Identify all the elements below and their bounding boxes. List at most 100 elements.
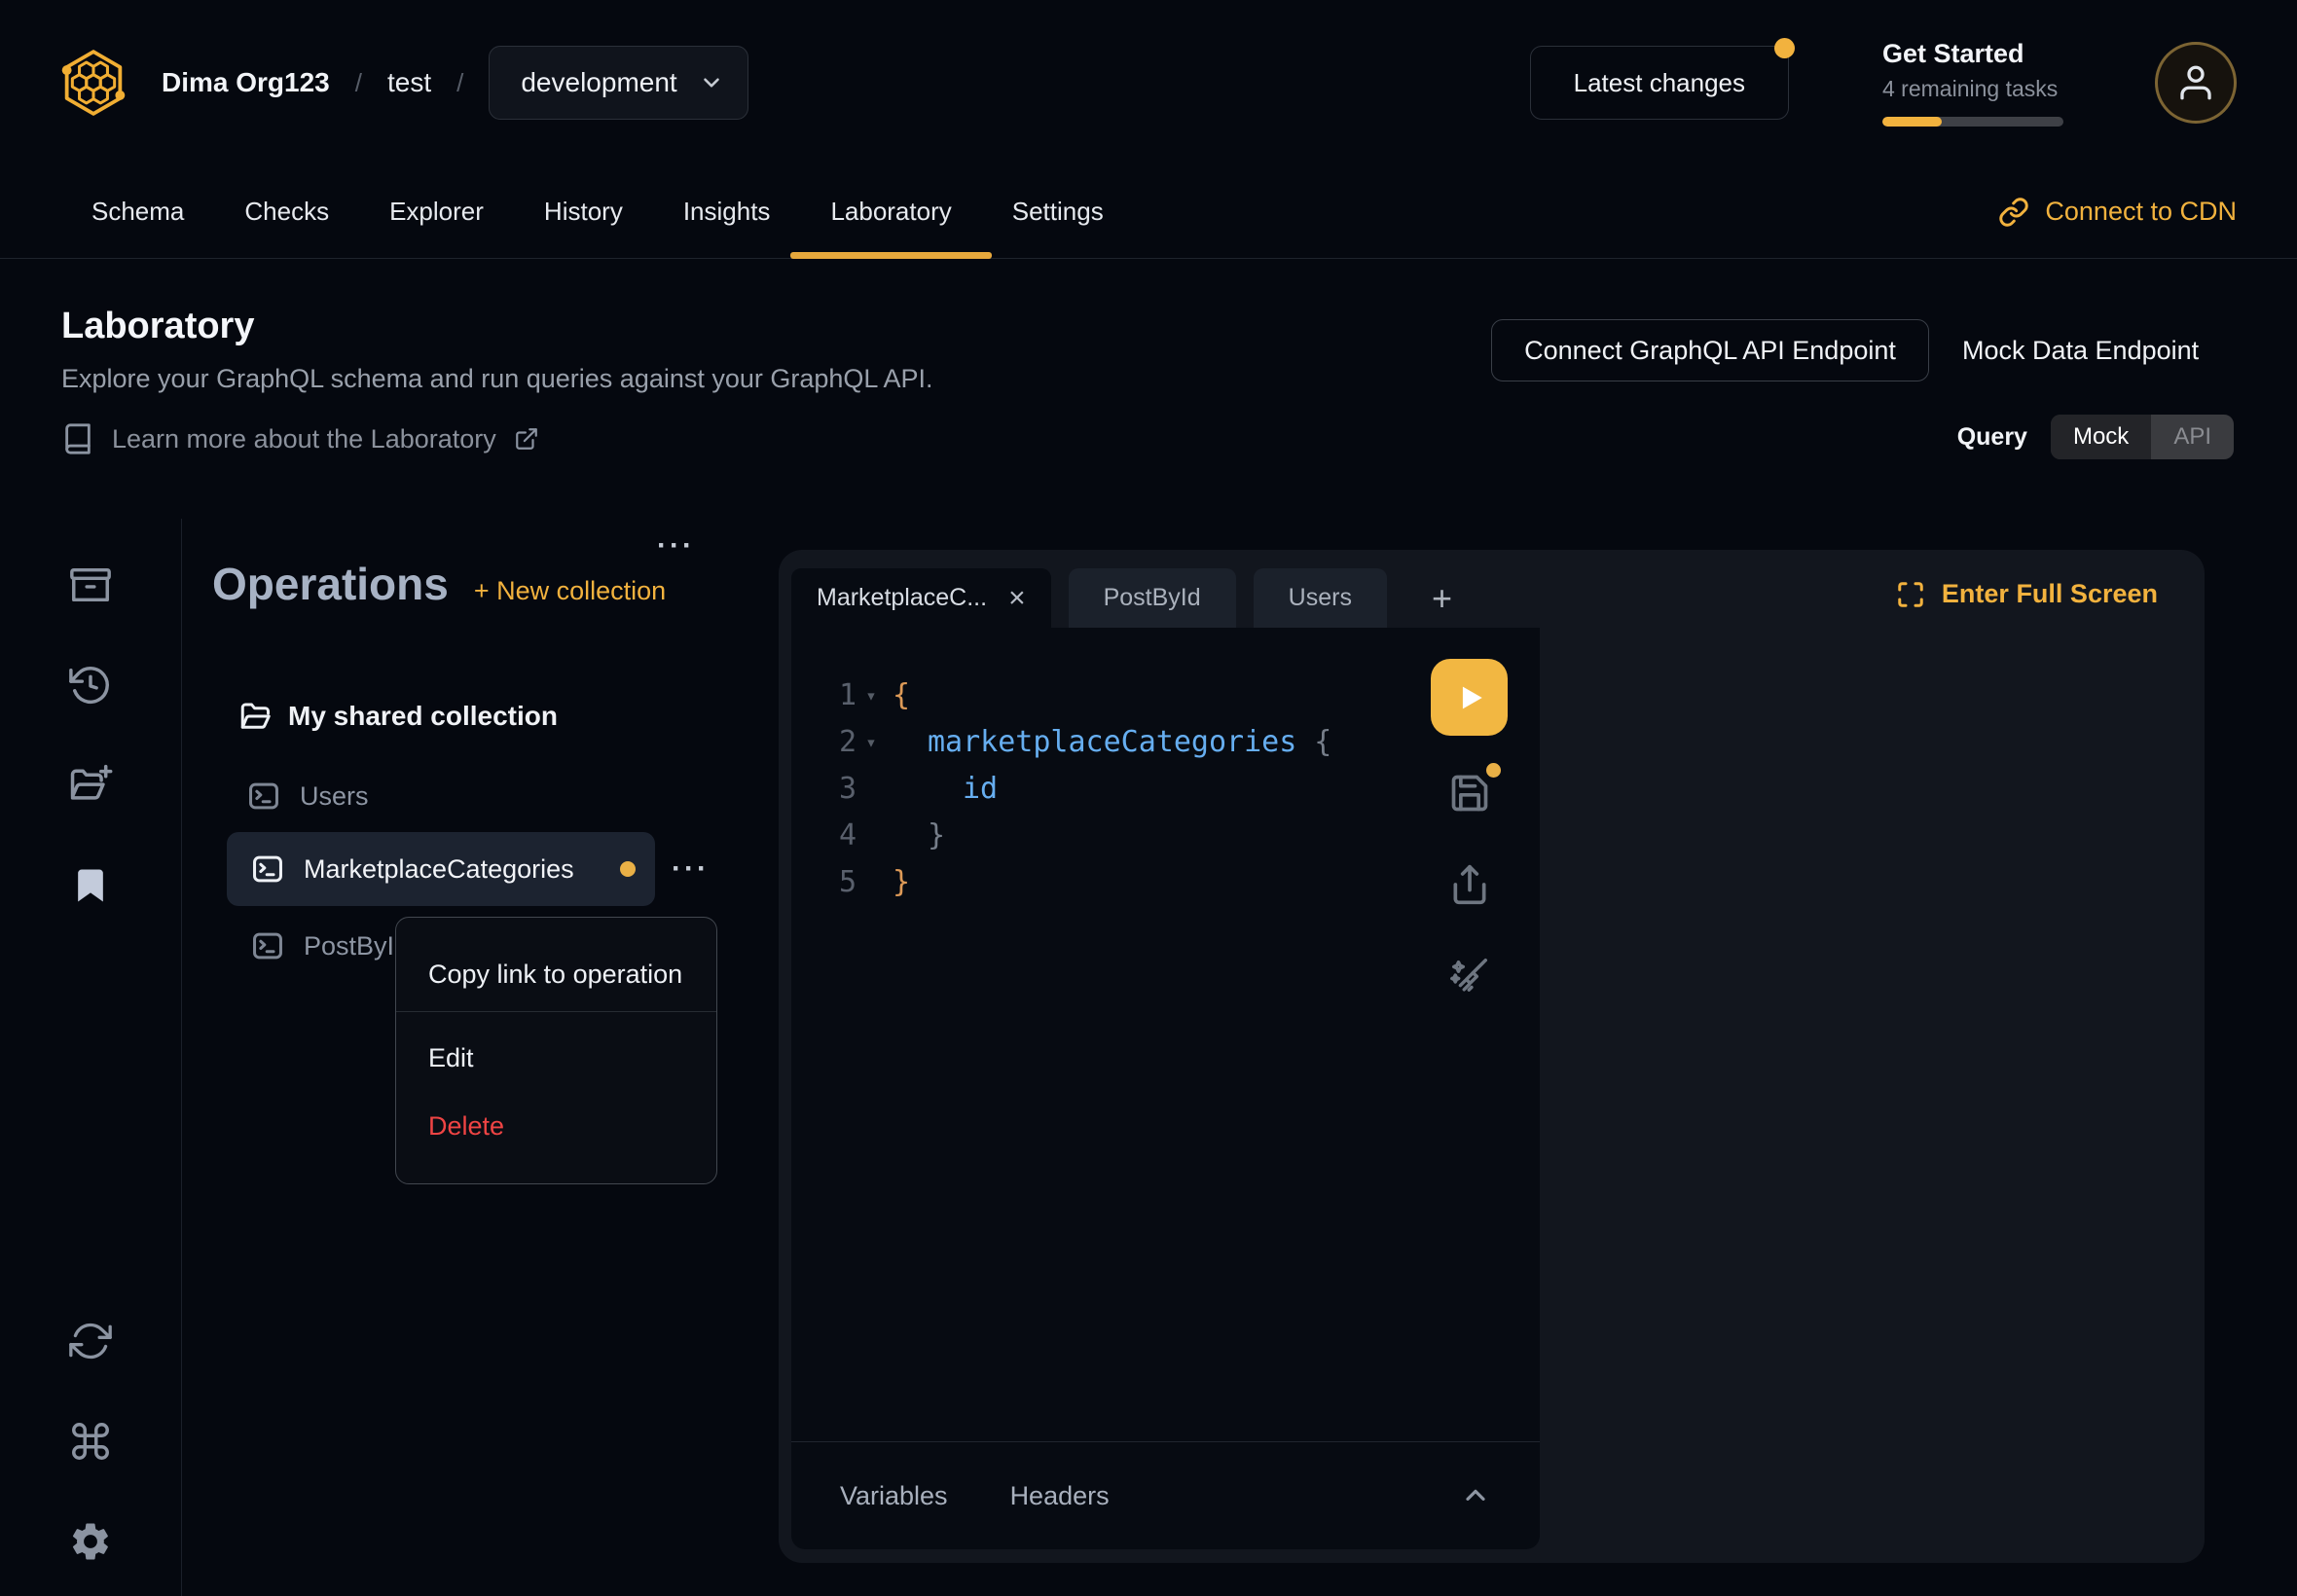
tab-settings[interactable]: Settings bbox=[982, 165, 1134, 258]
code-token: { bbox=[893, 678, 910, 712]
save-operation-button[interactable] bbox=[1447, 771, 1492, 816]
prettify-broom-button[interactable] bbox=[1447, 954, 1492, 998]
tab-schema[interactable]: Schema bbox=[61, 165, 214, 258]
get-started-title: Get Started bbox=[1882, 39, 2063, 69]
fold-arrow-icon[interactable]: ▾ bbox=[857, 719, 886, 766]
query-code: 1 ▾ { 2 ▾ marketplaceCategories{ 3 id 4 … bbox=[791, 672, 1540, 906]
page-title: Laboratory bbox=[61, 306, 254, 347]
unsaved-changes-dot bbox=[1486, 763, 1501, 778]
operation-item-label: PostById bbox=[304, 931, 409, 961]
share-operation-button[interactable] bbox=[1447, 862, 1492, 907]
tab-checks[interactable]: Checks bbox=[214, 165, 359, 258]
keyboard-shortcuts-command-icon[interactable] bbox=[65, 1416, 116, 1467]
code-token: } bbox=[893, 865, 910, 899]
operations-title: Operations bbox=[212, 558, 449, 610]
editor-tab-users[interactable]: Users bbox=[1254, 568, 1387, 628]
learn-more-link[interactable]: Learn more about the Laboratory bbox=[61, 422, 539, 455]
collection-name: My shared collection bbox=[288, 701, 558, 732]
code-token: { bbox=[1314, 725, 1331, 759]
breadcrumb-org[interactable]: Dima Org123 bbox=[162, 67, 330, 98]
toggle-option-mock[interactable]: Mock bbox=[2051, 415, 2151, 459]
latest-changes-button[interactable]: Latest changes bbox=[1530, 46, 1789, 120]
line-number: 4 bbox=[791, 813, 857, 859]
get-started-progress-track bbox=[1882, 117, 2063, 127]
operation-terminal-icon bbox=[245, 778, 282, 815]
collection-menu-button[interactable]: ··· bbox=[657, 519, 695, 573]
collections-icon[interactable] bbox=[65, 560, 116, 610]
fold-arrow-icon[interactable]: ▾ bbox=[857, 672, 886, 719]
user-avatar[interactable] bbox=[2155, 42, 2237, 124]
mock-data-endpoint-button[interactable]: Mock Data Endpoint bbox=[1962, 319, 2199, 381]
operation-item-marketplacecategories[interactable]: MarketplaceCategories bbox=[227, 832, 655, 906]
sync-refresh-icon[interactable] bbox=[65, 1316, 116, 1366]
connect-graphql-api-endpoint-button[interactable]: Connect GraphQL API Endpoint bbox=[1491, 319, 1929, 381]
environment-selector[interactable]: development bbox=[489, 46, 747, 120]
play-icon bbox=[1453, 681, 1486, 714]
operation-menu-button[interactable]: ··· bbox=[672, 842, 710, 896]
code-line: 2 ▾ marketplaceCategories{ bbox=[791, 719, 1540, 766]
history-icon[interactable] bbox=[65, 660, 116, 710]
tab-explorer[interactable]: Explorer bbox=[359, 165, 514, 258]
notification-dot bbox=[1774, 38, 1795, 58]
operations-header: Operations + New collection bbox=[212, 558, 666, 610]
open-folder-icon bbox=[237, 699, 273, 734]
chevron-down-icon bbox=[699, 70, 724, 95]
new-collection-button[interactable]: + New collection bbox=[474, 576, 666, 606]
tab-history[interactable]: History bbox=[514, 165, 653, 258]
rail-bottom-group bbox=[65, 1316, 116, 1567]
editor-tab-marketplacecategories[interactable]: MarketplaceC... × bbox=[791, 568, 1051, 628]
editor-actions bbox=[1431, 659, 1508, 998]
get-started-widget[interactable]: Get Started 4 remaining tasks bbox=[1882, 39, 2063, 127]
context-menu-copy-link[interactable]: Copy link to operation bbox=[396, 937, 716, 1011]
enter-full-screen-button[interactable]: Enter Full Screen bbox=[1896, 579, 2158, 609]
toggle-option-api[interactable]: API bbox=[2151, 415, 2234, 459]
settings-gear-icon[interactable] bbox=[65, 1516, 116, 1567]
breadcrumb: Dima Org123 / test / bbox=[162, 67, 463, 98]
query-editor[interactable]: 1 ▾ { 2 ▾ marketplaceCategories{ 3 id 4 … bbox=[791, 628, 1540, 1441]
new-tab-button[interactable]: + bbox=[1418, 568, 1466, 628]
code-line: 1 ▾ { bbox=[791, 672, 1540, 719]
code-line: 5 } bbox=[791, 859, 1540, 906]
variables-tab[interactable]: Variables bbox=[840, 1481, 948, 1511]
more-dots-icon: ··· bbox=[657, 529, 695, 562]
tab-insights[interactable]: Insights bbox=[653, 165, 801, 258]
line-number: 1 bbox=[791, 672, 857, 719]
book-icon bbox=[61, 422, 94, 455]
connect-api-label: Connect GraphQL API Endpoint bbox=[1524, 336, 1896, 366]
editor-tab-label: Users bbox=[1289, 584, 1352, 612]
tab-laboratory[interactable]: Laboratory bbox=[800, 165, 981, 258]
new-collection-folder-plus-icon[interactable] bbox=[65, 760, 116, 811]
breadcrumb-project[interactable]: test bbox=[387, 67, 431, 98]
query-label: Query bbox=[1957, 423, 2027, 452]
editor-tab-postbyid[interactable]: PostById bbox=[1069, 568, 1236, 628]
editor-tab-label: MarketplaceC... bbox=[817, 584, 987, 612]
mock-endpoint-label: Mock Data Endpoint bbox=[1962, 336, 2199, 366]
context-menu-edit[interactable]: Edit bbox=[396, 1024, 716, 1092]
operation-item-label: Users bbox=[300, 781, 369, 812]
operation-item-users[interactable]: Users bbox=[245, 770, 369, 822]
code-token: } bbox=[928, 818, 945, 852]
line-number: 2 bbox=[791, 719, 857, 766]
enter-full-screen-label: Enter Full Screen bbox=[1942, 579, 2158, 609]
operation-item-postbyid[interactable]: PostById bbox=[249, 920, 409, 972]
operation-terminal-icon bbox=[249, 851, 286, 888]
headers-tab[interactable]: Headers bbox=[1010, 1481, 1110, 1511]
code-line: 3 id bbox=[791, 766, 1540, 813]
close-tab-icon[interactable]: × bbox=[1008, 584, 1026, 613]
header-right: Latest changes Get Started 4 remaining t… bbox=[1530, 39, 2237, 127]
chevron-up-icon[interactable] bbox=[1460, 1480, 1491, 1511]
get-started-subtitle: 4 remaining tasks bbox=[1882, 76, 2063, 102]
page-description: Explore your GraphQL schema and run quer… bbox=[61, 364, 932, 394]
connect-to-cdn-link[interactable]: Connect to CDN bbox=[1998, 197, 2237, 228]
unsaved-changes-dot bbox=[620, 861, 636, 877]
more-dots-icon: ··· bbox=[672, 852, 710, 886]
bookmark-icon[interactable] bbox=[65, 860, 116, 911]
context-menu-divider bbox=[396, 1011, 716, 1012]
context-menu-delete[interactable]: Delete bbox=[396, 1092, 716, 1160]
collection-row[interactable]: My shared collection bbox=[237, 689, 779, 744]
editor-bottom-bar: Variables Headers bbox=[791, 1441, 1540, 1549]
external-link-icon bbox=[514, 426, 539, 452]
hive-logo-icon[interactable] bbox=[56, 44, 130, 122]
connect-to-cdn-label: Connect to CDN bbox=[2045, 197, 2237, 227]
run-query-button[interactable] bbox=[1431, 659, 1508, 736]
